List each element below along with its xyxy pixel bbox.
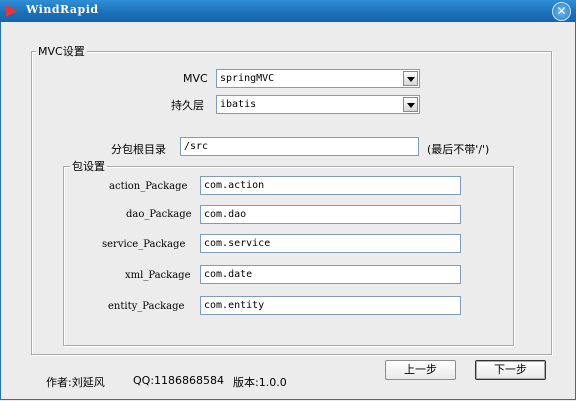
dao-package-label: dao_Package (126, 209, 192, 220)
app-logo-icon (6, 5, 17, 17)
chevron-down-icon[interactable] (403, 97, 418, 112)
entity-package-label: entity_Package (108, 301, 185, 312)
author-text: 作者:刘延风 (46, 376, 105, 389)
prev-button[interactable]: 上一步 (385, 360, 456, 380)
close-button[interactable]: ✕ (552, 2, 571, 21)
qq-text: QQ:1186868584 (133, 374, 225, 387)
chevron-down-icon[interactable] (403, 71, 418, 86)
dao-package-input[interactable]: com.dao (200, 205, 461, 224)
persistence-label: 持久层 (171, 99, 204, 112)
mvc-select-value: springMVC (220, 73, 275, 84)
app-window: WindRapid ✕ MVC设置 MVC springMVC 持久层 ibat… (0, 0, 576, 401)
service-package-label: service_Package (102, 239, 186, 250)
mvc-label: MVC (183, 72, 208, 85)
next-button[interactable]: 下一步 (475, 360, 546, 380)
xml-package-input[interactable]: com.date (200, 265, 461, 284)
version-text: 版本:1.0.0 (233, 376, 287, 389)
title-bar[interactable]: WindRapid ✕ (0, 0, 576, 22)
close-icon: ✕ (556, 4, 567, 18)
mvc-select[interactable]: springMVC (216, 69, 420, 88)
window-title: WindRapid (26, 3, 99, 16)
xml-package-label: xml_Package (125, 270, 191, 281)
root-dir-hint: (最后不带'/') (427, 143, 490, 156)
persistence-select[interactable]: ibatis (216, 95, 420, 114)
root-dir-label: 分包根目录 (111, 143, 166, 156)
service-package-input[interactable]: com.service (200, 234, 461, 253)
mvc-settings-legend: MVC设置 (36, 43, 87, 59)
entity-package-input[interactable]: com.entity (200, 296, 461, 315)
action-package-input[interactable]: com.action (200, 176, 461, 195)
persistence-select-value: ibatis (220, 99, 257, 110)
package-settings-legend: 包设置 (70, 158, 107, 174)
root-dir-input[interactable]: /src (180, 137, 419, 156)
action-package-label: action_Package (109, 181, 188, 192)
